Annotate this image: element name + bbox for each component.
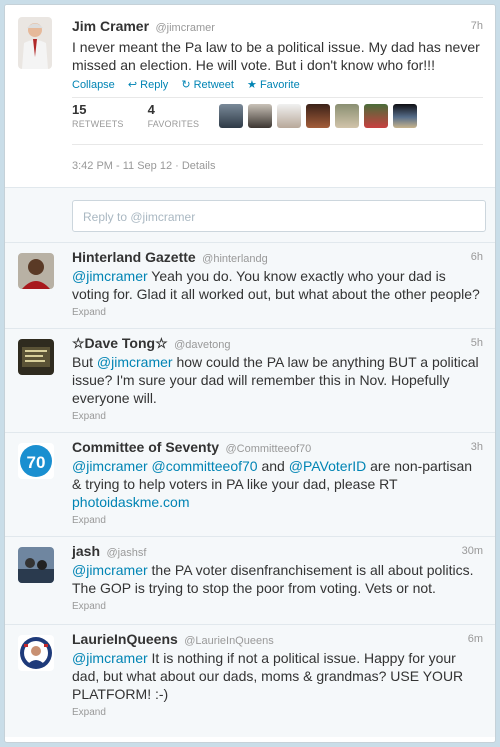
reply-button[interactable]: ↩ Reply bbox=[128, 79, 168, 91]
tweet-text: I never meant the Pa law to be a politic… bbox=[72, 39, 480, 73]
reply-tweet[interactable]: Hinterland Gazette @hinterlandg @jimcram… bbox=[5, 243, 495, 329]
avatar[interactable] bbox=[306, 104, 331, 128]
avatar[interactable] bbox=[364, 104, 389, 128]
mention-link[interactable]: @jimcramer bbox=[72, 458, 148, 474]
avatar[interactable] bbox=[18, 339, 54, 375]
divider bbox=[72, 97, 483, 98]
avatar[interactable] bbox=[393, 104, 418, 128]
author-name[interactable]: jash bbox=[72, 543, 100, 559]
expand-link[interactable]: Expand bbox=[72, 601, 483, 612]
author-handle[interactable]: @jimcramer bbox=[156, 22, 215, 34]
expand-link[interactable]: Expand bbox=[72, 307, 483, 318]
reply-tweet[interactable]: LaurieInQueens @LaurieInQueens @jimcrame… bbox=[5, 625, 495, 737]
divider bbox=[72, 144, 483, 145]
reply-tweet[interactable]: ☆Dave Tong☆ @davetong But @jimcramer how… bbox=[5, 329, 495, 433]
url-link[interactable]: photoidaskme.com bbox=[72, 494, 190, 510]
mention-link[interactable]: @jimcramer bbox=[72, 650, 148, 666]
reply-tweet[interactable]: 70 Committee of Seventy @Committeeof70 @… bbox=[5, 433, 495, 537]
svg-text:70: 70 bbox=[27, 453, 46, 472]
tweet-time[interactable]: 30m bbox=[462, 545, 483, 557]
retweet-button[interactable]: ↻ Retweet bbox=[181, 79, 234, 91]
tweet-conversation: Jim Cramer @jimcramer I never meant the … bbox=[4, 4, 496, 743]
collapse-link[interactable]: Collapse bbox=[72, 79, 115, 91]
author-name[interactable]: LaurieInQueens bbox=[72, 631, 178, 647]
mention-link[interactable]: @PAVoterID bbox=[289, 458, 367, 474]
author-name[interactable]: Jim Cramer bbox=[72, 18, 149, 34]
avatar[interactable] bbox=[248, 104, 273, 128]
tweet-time[interactable]: 5h bbox=[471, 337, 483, 349]
tweet-time[interactable]: 7h bbox=[471, 20, 483, 32]
mention-link[interactable]: @committeeof70 bbox=[152, 458, 258, 474]
author-handle[interactable]: @jashsf bbox=[106, 547, 146, 559]
tweet-time[interactable]: 6m bbox=[468, 633, 483, 645]
expand-link[interactable]: Expand bbox=[72, 515, 483, 526]
author-handle[interactable]: @Committeeof70 bbox=[226, 443, 312, 455]
avatar[interactable] bbox=[277, 104, 302, 128]
mention-link[interactable]: @jimcramer bbox=[72, 562, 148, 578]
author-name[interactable]: ☆Dave Tong☆ bbox=[72, 335, 168, 351]
tweet-time[interactable]: 6h bbox=[471, 251, 483, 263]
mention-link[interactable]: @jimcramer bbox=[72, 268, 148, 284]
tweet-stats: 15 RETWEETS 4 FAVORITES bbox=[72, 102, 418, 142]
tweet-time[interactable]: 3h bbox=[471, 441, 483, 453]
tweet-actions: Collapse ↩ Reply ↻ Retweet ★ Favorite bbox=[72, 78, 483, 91]
expand-link[interactable]: Expand bbox=[72, 411, 483, 422]
author-name[interactable]: Committee of Seventy bbox=[72, 439, 219, 455]
favoriter-avatars bbox=[219, 104, 418, 128]
main-tweet: Jim Cramer @jimcramer I never meant the … bbox=[5, 5, 495, 188]
retweet-count[interactable]: 15 RETWEETS bbox=[72, 102, 124, 129]
avatar[interactable] bbox=[219, 104, 244, 128]
avatar[interactable] bbox=[335, 104, 360, 128]
favorite-button[interactable]: ★ Favorite bbox=[247, 79, 300, 91]
avatar[interactable] bbox=[18, 17, 52, 69]
reply-input[interactable]: Reply to @jimcramer bbox=[72, 200, 486, 232]
mention-link[interactable]: @jimcramer bbox=[97, 354, 173, 370]
reply-area: Reply to @jimcramer bbox=[5, 188, 495, 243]
committee-logo[interactable]: 70 bbox=[18, 443, 54, 479]
favorite-count[interactable]: 4 FAVORITES bbox=[148, 102, 200, 129]
reply-tweet[interactable]: jash @jashsf @jimcramer the PA voter dis… bbox=[5, 537, 495, 625]
author-handle[interactable]: @LaurieInQueens bbox=[184, 635, 273, 647]
author-handle[interactable]: @davetong bbox=[174, 339, 230, 351]
tweet-timestamp[interactable]: 3:42 PM - 11 Sep 12 · Details bbox=[72, 160, 215, 172]
expand-link[interactable]: Expand bbox=[72, 707, 483, 718]
avatar[interactable] bbox=[18, 547, 54, 583]
author-name[interactable]: Hinterland Gazette bbox=[72, 249, 196, 265]
avatar[interactable] bbox=[18, 635, 54, 671]
avatar[interactable] bbox=[18, 253, 54, 289]
author-handle[interactable]: @hinterlandg bbox=[202, 253, 268, 265]
